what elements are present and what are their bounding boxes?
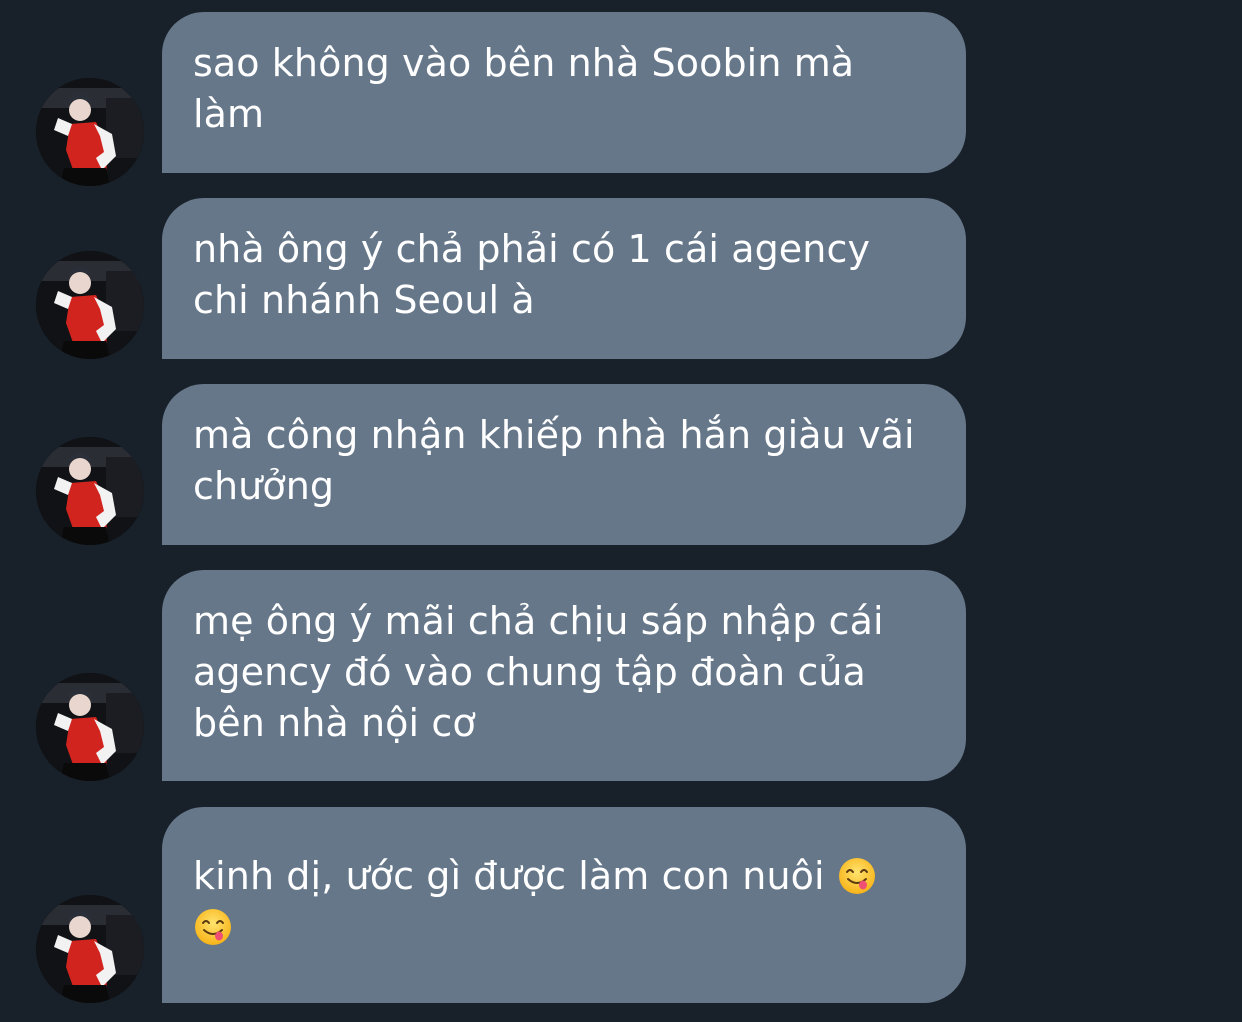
avatar[interactable] [36,673,144,781]
message-text: mà công nhận khiếp nhà hắn giàu vãi chưở… [193,413,915,508]
user-avatar-photo-icon [36,251,144,359]
avatar[interactable] [36,251,144,359]
message-bubble[interactable]: mẹ ông ý mãi chả chịu sáp nhập cái agenc… [162,570,966,781]
face-savoring-food-emoji-icon [837,856,877,896]
avatar[interactable] [36,78,144,186]
avatar[interactable] [36,437,144,545]
message-bubble[interactable]: mà công nhận khiếp nhà hắn giàu vãi chưở… [162,384,966,545]
message-text: mẹ ông ý mãi chả chịu sáp nhập cái agenc… [193,599,884,745]
message-bubble[interactable]: kinh dị, ước gì được làm con nuôi [162,807,966,1003]
user-avatar-photo-icon [36,78,144,186]
chat-thread: sao không vào bên nhà Soobin mà làm nhà … [0,0,1242,1022]
user-avatar-photo-icon [36,437,144,545]
user-avatar-photo-icon [36,895,144,1003]
face-savoring-food-emoji-icon [193,907,233,947]
user-avatar-photo-icon [36,673,144,781]
message-text: sao không vào bên nhà Soobin mà làm [193,41,855,136]
message-text-segment: kinh dị, ước gì được làm con nuôi [193,854,837,898]
avatar[interactable] [36,895,144,1003]
message-bubble[interactable]: nhà ông ý chả phải có 1 cái agency chi n… [162,198,966,359]
message-text: nhà ông ý chả phải có 1 cái agency chi n… [193,227,871,322]
message-text: kinh dị, ước gì được làm con nuôi [193,851,936,953]
message-bubble[interactable]: sao không vào bên nhà Soobin mà làm [162,12,966,173]
